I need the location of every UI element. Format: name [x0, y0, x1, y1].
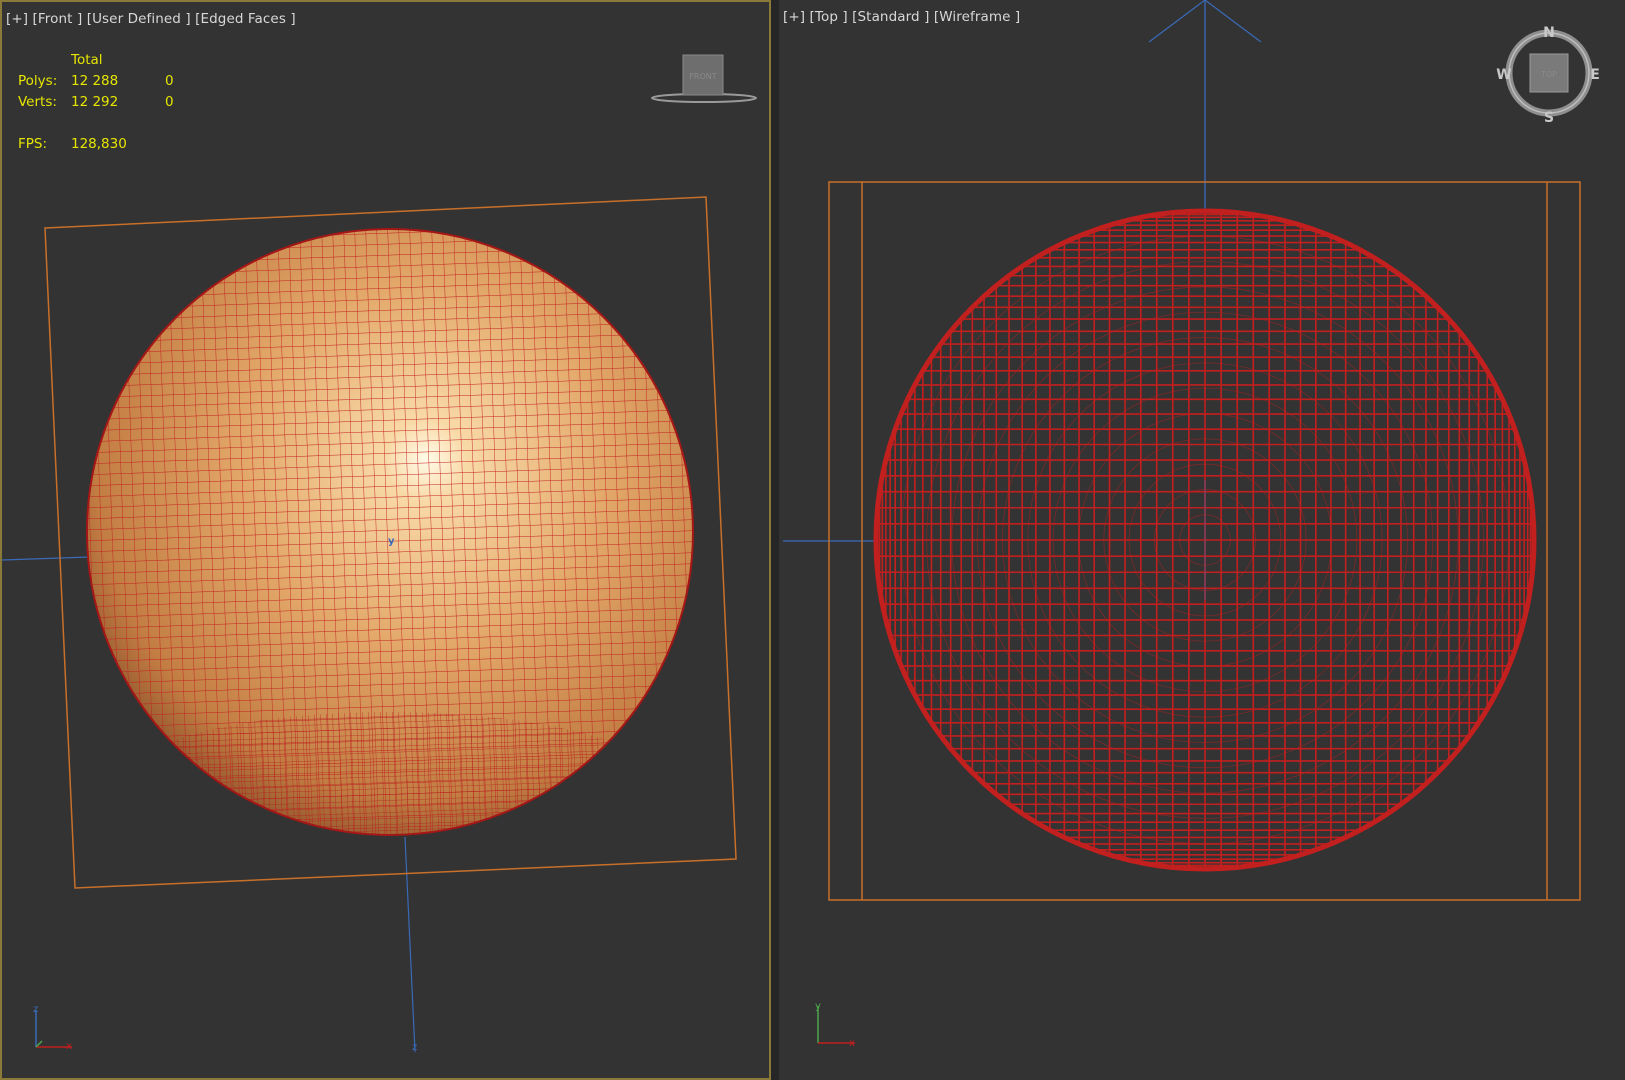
tripod-vertical-label: z [33, 1004, 38, 1015]
stats-header: Total [71, 52, 103, 68]
viewport-front[interactable]: z y FRONT z x [+] [Front] [User Defined… [0, 0, 771, 1080]
viewcube-front-label: FRONT [689, 72, 716, 81]
compass-south[interactable]: S [1544, 110, 1554, 126]
front-scene: z y FRONT z x [2, 54, 757, 1053]
tripod-vertical-label: y [815, 1001, 821, 1012]
pivot-gizmo: y [388, 536, 395, 547]
tripod-horizontal-label: x [849, 1038, 855, 1049]
stats-polys-label: Polys: [18, 73, 58, 89]
compass-north[interactable]: N [1543, 25, 1555, 41]
grid-axis-arrow-left [1148, 0, 1206, 43]
stats-fps-value: 128,830 [71, 136, 127, 152]
stats-verts-selected: 0 [165, 94, 174, 110]
viewcube-front[interactable]: FRONT [651, 54, 757, 103]
stats-verts-label: Verts: [18, 94, 57, 110]
compass-east[interactable]: E [1590, 67, 1600, 83]
grid-axis-z-label: z [412, 1042, 417, 1053]
grid-axis-z [404, 836, 416, 1053]
compass-west[interactable]: W [1496, 67, 1511, 83]
stats-verts-total: 12 292 [71, 94, 119, 110]
stats-fps-label: FPS: [18, 136, 48, 152]
stats-polys-selected: 0 [165, 73, 174, 89]
sphere-wireframe[interactable] [873, 208, 1537, 872]
viewport-layout: z y FRONT z x [+] [Front] [User Defined… [0, 0, 1625, 1080]
stats-polys-total: 12 288 [71, 73, 119, 89]
viewport-front-label[interactable]: [+] [Front ] [User Defined ] [Edged Face… [6, 11, 296, 27]
viewcube-top[interactable]: TOP N S E W [1496, 25, 1600, 126]
axis-tripod-front: z x [33, 1004, 72, 1052]
viewport-divider[interactable] [771, 0, 779, 1080]
tripod-horizontal-label: x [66, 1041, 72, 1052]
viewport-top[interactable]: TOP N S E W y x [+] [Top ] [Standard ] [… [779, 0, 1625, 1080]
viewport-top-label[interactable]: [+] [Top ] [Standard ] [Wireframe ] [783, 9, 1020, 25]
axis-tripod-top: y x [815, 1001, 855, 1049]
viewcube-top-label: TOP [1540, 70, 1557, 79]
top-scene: TOP N S E W y x [783, 0, 1600, 1049]
grid-axis-arrow-right [1204, 0, 1262, 43]
grid-axis-x [2, 556, 91, 561]
